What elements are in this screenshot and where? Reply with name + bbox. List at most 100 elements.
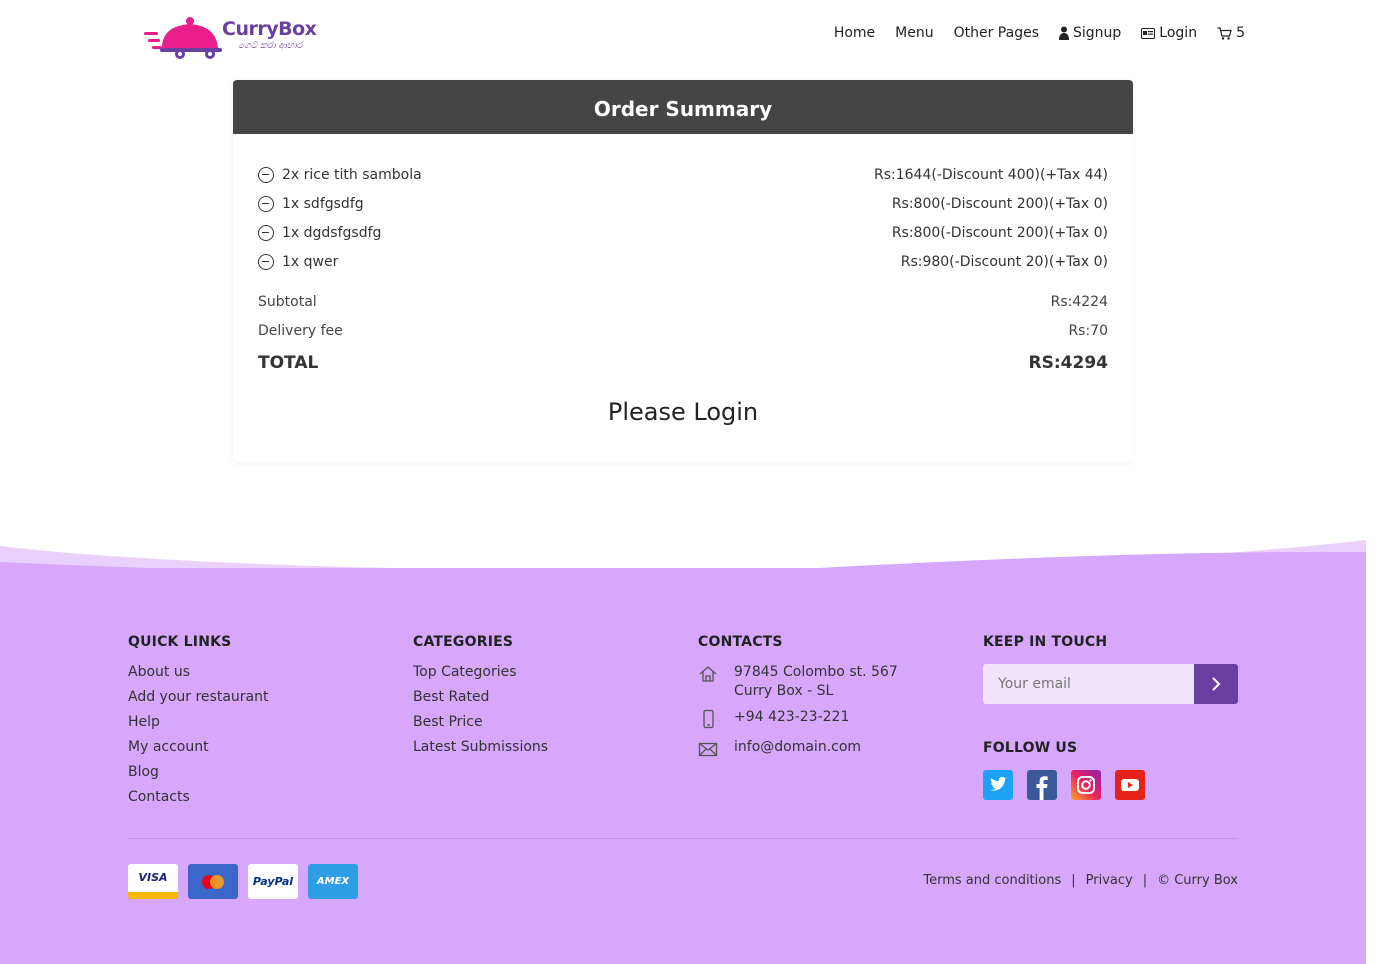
cart-count: 5	[1236, 25, 1245, 41]
list-item: 2x rice tith sambola Rs:1644(-Discount 4…	[258, 160, 1108, 189]
nav-cart[interactable]: 5	[1217, 25, 1245, 41]
newsletter-email-input[interactable]	[983, 664, 1194, 704]
copyright-text: © Curry Box	[1157, 873, 1238, 888]
order-summary-card: Order Summary 2x rice tith sambola Rs:16…	[233, 80, 1133, 462]
youtube-icon[interactable]	[1115, 770, 1145, 800]
nav-other-pages[interactable]: Other Pages	[954, 25, 1039, 41]
footer-link-add-restaurant[interactable]: Add your restaurant	[128, 689, 268, 714]
brand-tagline: ගෙට් කරා ආහාර	[238, 41, 303, 51]
categories-title: CATEGORIES	[413, 634, 514, 650]
chevron-right-icon	[1212, 677, 1221, 691]
site-footer: QUICK LINKS About us Add your restaurant…	[0, 568, 1366, 964]
nav-home[interactable]: Home	[834, 25, 875, 41]
terms-link[interactable]: Terms and conditions	[923, 873, 1061, 888]
footer-link-best-rated[interactable]: Best Rated	[413, 689, 548, 714]
item-price: Rs:1644(-Discount 400)(+Tax 44)	[874, 166, 1108, 183]
instagram-icon[interactable]	[1071, 770, 1101, 800]
main-nav: Home Menu Other Pages Signup Login 5	[814, 25, 1245, 41]
address-line-2: Curry Box - SL	[734, 683, 834, 699]
footer-link-top-categories[interactable]: Top Categories	[413, 664, 548, 689]
order-summary-title: Order Summary	[233, 80, 1133, 134]
list-item: 1x dgdsfgsdfg Rs:800(-Discount 200)(+Tax…	[258, 218, 1108, 247]
footer-link-blog[interactable]: Blog	[128, 764, 268, 789]
amex-card-icon: AMEX	[308, 864, 358, 899]
footer-link-help[interactable]: Help	[128, 714, 268, 739]
visa-label: VISA	[138, 871, 168, 884]
separator: |	[1071, 873, 1076, 888]
remove-item-icon[interactable]	[258, 224, 274, 241]
categories-section: CATEGORIES Top Categories Best Rated Bes…	[413, 634, 548, 764]
list-item: 1x qwer Rs:980(-Discount 20)(+Tax 0)	[258, 247, 1108, 276]
subtotal-label: Subtotal	[258, 293, 317, 310]
mastercard-icon	[188, 864, 238, 899]
remove-item-icon[interactable]	[258, 253, 274, 270]
remove-item-icon[interactable]	[258, 195, 274, 212]
total-row: TOTAL RS:4294	[258, 345, 1108, 381]
nav-login[interactable]: Login	[1141, 25, 1197, 41]
newsletter-submit-button[interactable]	[1194, 664, 1238, 704]
contacts-title: CONTACTS	[698, 634, 783, 650]
cart-icon	[1217, 26, 1232, 40]
item-name: 1x dgdsfgsdfg	[282, 224, 382, 241]
footer-link-my-account[interactable]: My account	[128, 739, 268, 764]
footer-link-contacts[interactable]: Contacts	[128, 789, 268, 814]
footer-divider	[128, 838, 1238, 839]
quick-links-title: QUICK LINKS	[128, 634, 232, 650]
item-price: Rs:980(-Discount 20)(+Tax 0)	[900, 253, 1108, 270]
total-value: RS:4294	[1028, 353, 1108, 373]
phone-row: +94 423-23-221	[698, 709, 898, 729]
address-line-1: 97845 Colombo st. 567	[734, 664, 898, 680]
subtotal-row: Subtotal Rs:4224	[258, 287, 1108, 316]
keep-in-touch-section: KEEP IN TOUCH FOLLOW US	[983, 634, 1238, 800]
delivery-fee-row: Delivery fee Rs:70	[258, 316, 1108, 345]
privacy-link[interactable]: Privacy	[1086, 873, 1133, 888]
delivery-fee-label: Delivery fee	[258, 322, 343, 339]
phone-number[interactable]: +94 423-23-221	[734, 709, 849, 725]
item-name: 1x sdfgsdfg	[282, 195, 364, 212]
item-name: 2x rice tith sambola	[282, 166, 422, 183]
id-card-icon	[1141, 27, 1156, 39]
email-row: info@domain.com	[698, 739, 898, 759]
login-prompt[interactable]: Please Login	[233, 398, 1133, 426]
brand-name: CurryBox	[222, 18, 317, 40]
order-items-list: 2x rice tith sambola Rs:1644(-Discount 4…	[258, 160, 1108, 276]
item-price: Rs:800(-Discount 200)(+Tax 0)	[891, 195, 1108, 212]
amex-label: AMEX	[316, 876, 350, 887]
item-name: 1x qwer	[282, 253, 339, 270]
site-header: CurryBox ගෙට් කරා ආහාර Home Menu Other P…	[0, 0, 1381, 70]
envelope-icon	[698, 742, 718, 757]
nav-menu[interactable]: Menu	[895, 25, 933, 41]
twitter-icon[interactable]	[983, 770, 1013, 800]
delivery-cloche-logo-icon	[144, 17, 222, 59]
home-icon	[699, 666, 717, 682]
quick-links-section: QUICK LINKS About us Add your restaurant…	[128, 634, 268, 814]
footer-link-best-price[interactable]: Best Price	[413, 714, 548, 739]
curry-box-logo[interactable]: CurryBox ගෙට් කරා ආහාර	[144, 12, 317, 62]
social-links	[983, 770, 1238, 800]
paypal-card-icon: PayPal	[248, 864, 298, 899]
nav-signup[interactable]: Signup	[1059, 25, 1121, 41]
paypal-label: PayPal	[252, 875, 294, 888]
delivery-fee-value: Rs:70	[1068, 322, 1108, 339]
visa-card-icon: VISA	[128, 864, 178, 899]
user-icon	[1059, 26, 1069, 40]
contact-email[interactable]: info@domain.com	[734, 739, 861, 755]
legal-links: Terms and conditions | Privacy | © Curry…	[923, 873, 1238, 888]
remove-item-icon[interactable]	[258, 166, 274, 183]
order-totals: Subtotal Rs:4224 Delivery fee Rs:70 TOTA…	[258, 287, 1108, 381]
contacts-section: CONTACTS 97845 Colombo st. 567 Curry Box…	[698, 634, 898, 769]
list-item: 1x sdfgsdfg Rs:800(-Discount 200)(+Tax 0…	[258, 189, 1108, 218]
keep-in-touch-title: KEEP IN TOUCH	[983, 634, 1108, 650]
total-label: TOTAL	[258, 353, 319, 373]
item-price: Rs:800(-Discount 200)(+Tax 0)	[891, 224, 1108, 241]
address-row: 97845 Colombo st. 567 Curry Box - SL	[698, 664, 898, 699]
facebook-icon[interactable]	[1027, 770, 1057, 800]
mobile-phone-icon	[703, 709, 714, 729]
separator: |	[1142, 873, 1148, 888]
follow-us-title: FOLLOW US	[983, 740, 1078, 756]
newsletter-form	[983, 664, 1238, 704]
payment-methods: VISA PayPal AMEX	[128, 864, 358, 899]
footer-link-latest-submissions[interactable]: Latest Submissions	[413, 739, 548, 764]
nav-signup-label: Signup	[1073, 25, 1122, 41]
footer-link-about-us[interactable]: About us	[128, 664, 268, 689]
